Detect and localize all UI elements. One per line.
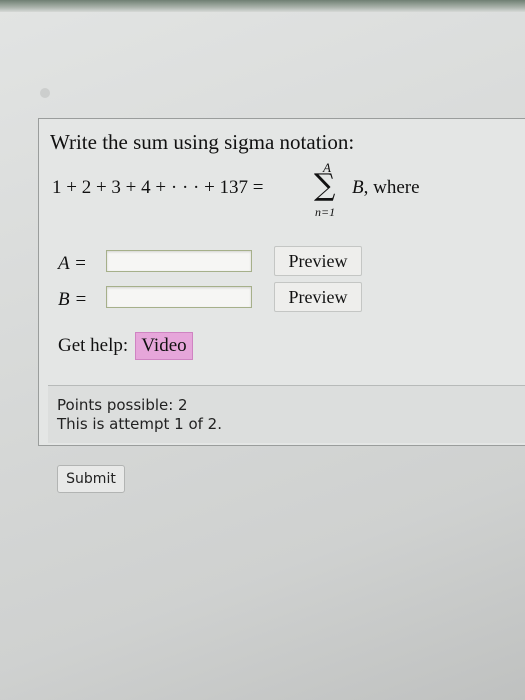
question-prompt: Write the sum using sigma notation: bbox=[50, 130, 355, 154]
answer-label-b: B = bbox=[58, 289, 88, 310]
sigma-lower-limit: n=1 bbox=[315, 205, 336, 219]
answer-label-a: A = bbox=[58, 253, 87, 274]
sigma-symbol: ∑ bbox=[314, 168, 336, 203]
top-window-strip bbox=[0, 0, 525, 12]
equation-rhs: B, where bbox=[352, 177, 420, 199]
help-label: Get help: bbox=[58, 335, 129, 356]
attempt-info-box: Points possible: 2 This is attempt 1 of … bbox=[48, 385, 525, 443]
preview-button-b[interactable]: Preview bbox=[274, 282, 362, 312]
equation-lhs: 1 + 2 + 3 + 4 + · · · + 137 = bbox=[52, 177, 264, 198]
video-help-button[interactable]: Video bbox=[135, 332, 193, 360]
summand-variable: B bbox=[352, 177, 364, 198]
answer-input-a[interactable] bbox=[106, 250, 252, 272]
attempt-count-text: This is attempt 1 of 2. bbox=[57, 415, 222, 433]
screen-smudge bbox=[40, 88, 50, 98]
answer-input-b[interactable] bbox=[106, 286, 252, 308]
points-possible-text: Points possible: 2 bbox=[57, 396, 188, 414]
submit-button[interactable]: Submit bbox=[57, 465, 125, 493]
equation-trailing-text: , where bbox=[363, 177, 420, 198]
sigma-block: A ∑ n=1 bbox=[312, 160, 348, 220]
preview-button-a[interactable]: Preview bbox=[274, 246, 362, 276]
